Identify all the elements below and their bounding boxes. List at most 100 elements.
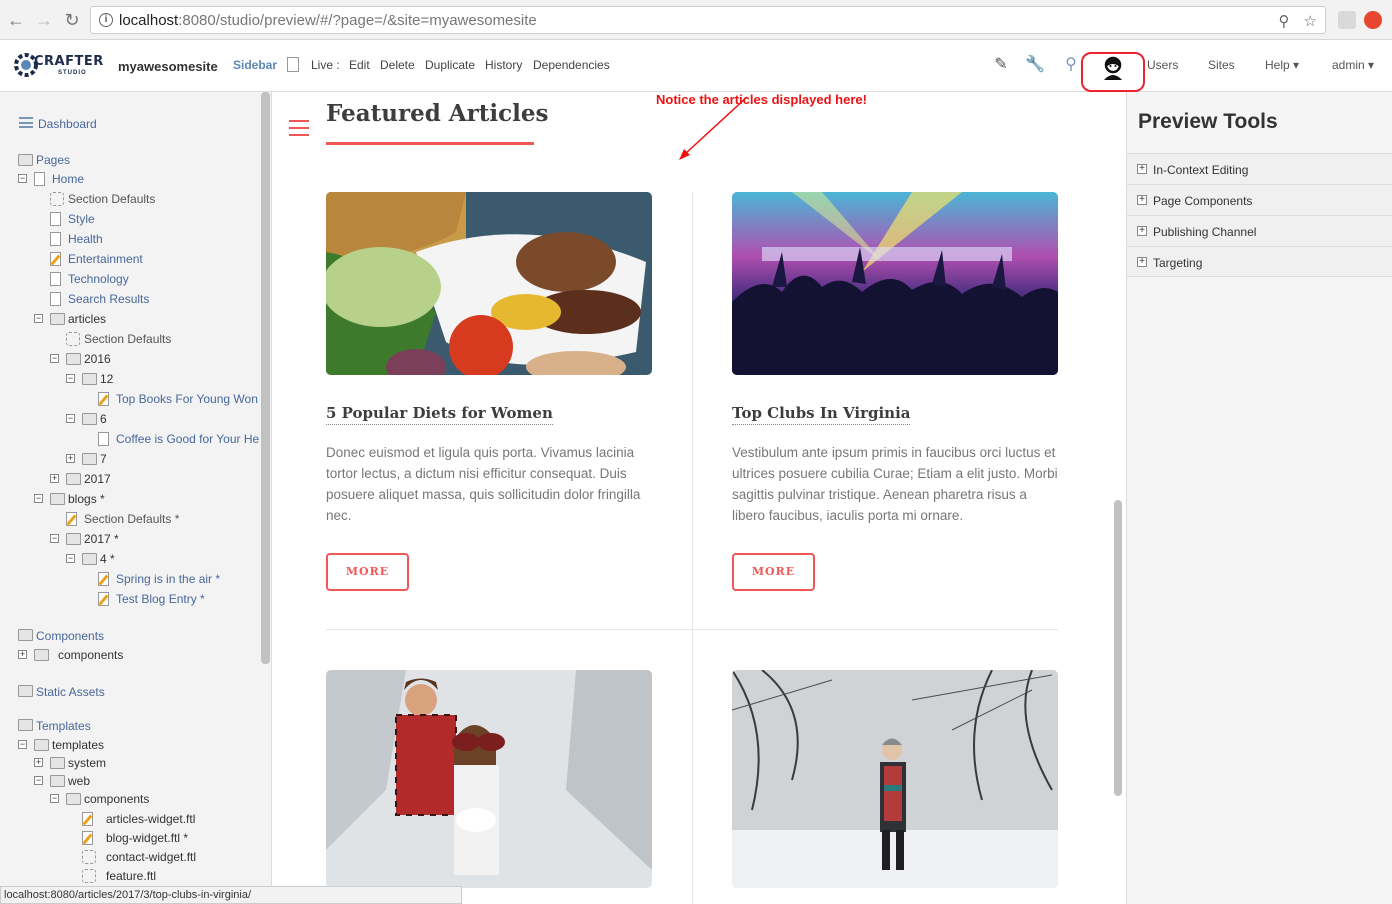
admin-menu[interactable]: admin ▾ — [1332, 58, 1374, 72]
tree-item[interactable]: − templates — [0, 736, 260, 754]
tree-item[interactable]: Technology — [0, 270, 260, 288]
tree-item[interactable]: blog-widget.ftl * — [0, 829, 260, 847]
delete-button[interactable]: Delete — [380, 58, 415, 72]
menu-icon[interactable] — [289, 120, 309, 136]
collapse-icon[interactable]: − — [50, 354, 59, 363]
article-title[interactable]: Top Clubs In Virginia — [732, 404, 911, 425]
tree-item[interactable]: + 7 — [0, 450, 260, 468]
edit-button[interactable]: Edit — [349, 58, 370, 72]
url-text[interactable]: localhost:8080/studio/preview/#/?page=/&… — [119, 12, 537, 29]
expand-icon[interactable]: + — [1137, 257, 1147, 267]
sidebar-scrollbar[interactable] — [261, 92, 270, 664]
folder-icon — [82, 453, 97, 465]
collapse-icon[interactable]: − — [66, 414, 75, 423]
collapse-icon[interactable]: − — [34, 776, 43, 785]
site-name[interactable]: myawesomesite — [118, 59, 218, 74]
search-icon[interactable]: ⚲ — [1061, 54, 1081, 74]
users-link[interactable]: Users — [1147, 58, 1178, 72]
components-section[interactable]: Components — [36, 629, 104, 643]
tree-item[interactable]: − articles — [0, 310, 260, 328]
tree-item[interactable]: − web — [0, 772, 260, 790]
expand-icon[interactable]: + — [50, 474, 59, 483]
dependencies-button[interactable]: Dependencies — [533, 58, 610, 72]
templates-section[interactable]: Templates — [36, 719, 91, 733]
extension-red-icon[interactable] — [1364, 11, 1382, 29]
tree-item[interactable]: contact-widget.ftl — [0, 848, 260, 866]
panel-in-context-editing[interactable]: + In-Context Editing — [1127, 153, 1392, 184]
tree-item[interactable]: Section Defaults — [0, 330, 260, 348]
more-button[interactable]: MORE — [732, 553, 815, 591]
tree-item[interactable]: Entertainment — [0, 250, 260, 268]
more-button[interactable]: MORE — [326, 553, 409, 591]
preview-scrollbar[interactable] — [1114, 500, 1122, 796]
tree-item[interactable]: − 2016 — [0, 350, 260, 368]
address-bar[interactable]: i localhost:8080/studio/preview/#/?page=… — [90, 6, 1326, 34]
expand-icon[interactable]: + — [1137, 226, 1147, 236]
tree-item[interactable]: − Home — [0, 170, 260, 188]
help-menu[interactable]: Help ▾ — [1265, 58, 1299, 72]
info-icon[interactable]: i — [99, 13, 113, 27]
folder-icon — [66, 793, 81, 805]
pages-section[interactable]: Pages — [36, 153, 70, 167]
collapse-icon[interactable]: − — [18, 740, 27, 749]
reload-icon[interactable]: ↻ — [62, 10, 82, 30]
expand-icon[interactable]: + — [34, 758, 43, 767]
tree-item[interactable]: Top Books For Young Won — [0, 390, 260, 408]
duplicate-button[interactable]: Duplicate — [425, 58, 475, 72]
link-status-bar: localhost:8080/articles/2017/3/top-clubs… — [0, 886, 462, 904]
tree-item[interactable]: − 2017 * — [0, 530, 260, 548]
article-image-couple[interactable] — [326, 670, 652, 888]
expand-icon[interactable]: + — [1137, 164, 1147, 174]
collapse-icon[interactable]: − — [66, 554, 75, 563]
expand-icon[interactable]: + — [18, 650, 27, 659]
tree-item[interactable]: Search Results — [0, 290, 260, 308]
tree-item[interactable]: − blogs * — [0, 490, 260, 508]
panel-page-components[interactable]: + Page Components — [1127, 184, 1392, 215]
back-icon[interactable]: ← — [6, 10, 26, 30]
forward-icon[interactable]: → — [34, 10, 54, 30]
expand-icon[interactable]: + — [1137, 195, 1147, 205]
tree-item[interactable]: − 12 — [0, 370, 260, 388]
article-image-club[interactable] — [732, 192, 1058, 375]
annotation-arrow-icon — [679, 96, 748, 160]
crafter-logo[interactable]: CRAFTER STUDIO — [12, 44, 103, 88]
history-button[interactable]: History — [485, 58, 522, 72]
collapse-icon[interactable]: − — [50, 794, 59, 803]
tree-item[interactable]: Section Defaults — [0, 190, 260, 208]
tree-item[interactable]: Spring is in the air * — [0, 570, 260, 588]
sidebar-toggle[interactable]: Sidebar — [233, 58, 277, 72]
tree-item[interactable]: Section Defaults * — [0, 510, 260, 528]
key-icon[interactable]: ⚲ — [1279, 13, 1290, 30]
panel-targeting[interactable]: + Targeting — [1127, 246, 1392, 277]
tree-item[interactable]: articles-widget.ftl — [0, 810, 260, 828]
tree-item[interactable]: feature.ftl — [0, 867, 260, 885]
tree-item[interactable]: Style — [0, 210, 260, 228]
panel-publishing-channel[interactable]: + Publishing Channel — [1127, 215, 1392, 246]
tree-item[interactable]: + system — [0, 754, 260, 772]
tree-item[interactable]: − components — [0, 790, 260, 808]
star-icon[interactable]: ☆ — [1304, 13, 1317, 30]
article-image-food[interactable] — [326, 192, 652, 375]
tree-item[interactable]: − 4 * — [0, 550, 260, 568]
static-assets-section[interactable]: Static Assets — [36, 685, 105, 699]
pencil-icon[interactable]: ✎ — [991, 54, 1011, 74]
article-image-winter[interactable] — [732, 670, 1058, 888]
user-avatar-icon[interactable] — [1100, 54, 1126, 80]
collapse-icon[interactable]: − — [34, 314, 43, 323]
dashboard-link[interactable]: Dashboard — [38, 117, 97, 131]
sites-link[interactable]: Sites — [1208, 58, 1235, 72]
tree-item[interactable]: Health — [0, 230, 260, 248]
tree-item[interactable]: + 2017 — [0, 470, 260, 488]
wrench-icon[interactable]: 🔧 — [1025, 54, 1045, 74]
tree-item[interactable]: + components — [0, 646, 260, 664]
collapse-icon[interactable]: − — [34, 494, 43, 503]
collapse-icon[interactable]: − — [18, 174, 27, 183]
tree-item[interactable]: − 6 — [0, 410, 260, 428]
collapse-icon[interactable]: − — [66, 374, 75, 383]
expand-icon[interactable]: + — [66, 454, 75, 463]
article-title[interactable]: 5 Popular Diets for Women — [326, 404, 553, 425]
extension-icon[interactable] — [1338, 11, 1356, 29]
tree-item[interactable]: Test Blog Entry * — [0, 590, 260, 608]
tree-item[interactable]: Coffee is Good for Your He — [0, 430, 260, 448]
collapse-icon[interactable]: − — [50, 534, 59, 543]
